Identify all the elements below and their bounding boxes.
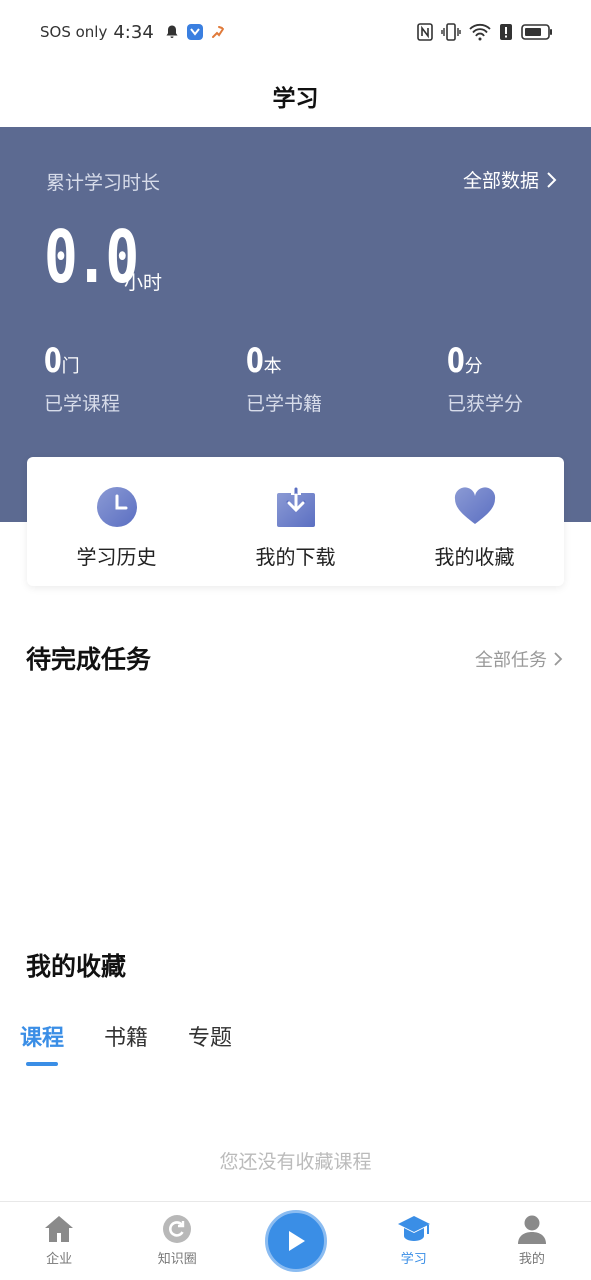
stat-books-value: 0 (246, 341, 264, 381)
user-icon (517, 1215, 546, 1244)
my-favorites-button[interactable]: 我的收藏 (385, 457, 564, 586)
play-button[interactable] (264, 1210, 327, 1272)
stat-books-caption: 已学书籍 (246, 393, 323, 415)
all-tasks-label: 全部任务 (475, 650, 547, 671)
tab-courses[interactable]: 课程 (20, 1020, 64, 1066)
page-title: 学习 (272, 85, 319, 112)
nav-item-play[interactable] (236, 1202, 354, 1280)
stat-courses-unit: 门 (61, 356, 80, 377)
runner-icon (211, 26, 224, 38)
nav-item-knowledge-circle[interactable]: 知识圈 (118, 1202, 236, 1280)
total-study-time-label: 累计学习时长 (46, 172, 161, 194)
all-data-label: 全部数据 (462, 170, 539, 192)
play-icon (288, 1231, 305, 1251)
stat-credits-caption: 已获学分 (447, 393, 524, 415)
quick-actions-card: 学习历史 我的下载 我的收藏 (27, 457, 564, 586)
favorites-tabs: 课程 书籍 专题 (20, 1020, 232, 1066)
nav-item-enterprise[interactable]: 企业 (0, 1202, 118, 1280)
all-tasks-link[interactable]: 全部任务 (475, 646, 563, 672)
bell-icon (166, 25, 178, 38)
tab-topics[interactable]: 专题 (188, 1020, 232, 1066)
nav-label-enterprise: 企业 (46, 1252, 73, 1267)
study-history-button[interactable]: 学习历史 (27, 457, 206, 586)
status-left: SOS only 4:34 (40, 22, 226, 43)
nav-item-mine[interactable]: 我的 (473, 1202, 591, 1280)
nav-label-study: 学习 (400, 1252, 427, 1267)
download-icon (276, 485, 315, 527)
study-history-label: 学习历史 (76, 545, 157, 569)
wifi-icon (469, 23, 491, 41)
tab-books[interactable]: 书籍 (104, 1020, 148, 1066)
app-notification-icon (186, 24, 203, 40)
all-data-link[interactable]: 全部数据 (463, 166, 557, 193)
stat-credits[interactable]: 0分 已获学分 (447, 341, 523, 416)
my-downloads-button[interactable]: 我的下载 (206, 457, 385, 586)
battery-icon (521, 24, 552, 40)
clock-icon (96, 487, 137, 527)
vibrate-icon (441, 23, 461, 41)
nav-label-mine: 我的 (518, 1252, 545, 1267)
refresh-circle-icon (163, 1215, 192, 1243)
heart-icon (454, 487, 495, 524)
nav-item-study[interactable]: 学习 (355, 1202, 473, 1280)
nav-label-knowledge-circle: 知识圈 (157, 1252, 197, 1267)
my-favorites-label: 我的收藏 (434, 545, 515, 569)
my-favorites-title: 我的收藏 (26, 952, 127, 981)
stat-courses[interactable]: 0门 已学课程 (44, 341, 120, 416)
clock-text: 4:34 (113, 21, 154, 43)
stat-books[interactable]: 0本 已学书籍 (246, 341, 322, 416)
pending-tasks-title: 待完成任务 (26, 645, 152, 674)
carrier-text: SOS only (40, 23, 108, 41)
stat-credits-value: 0 (447, 341, 465, 381)
home-icon (45, 1216, 74, 1242)
graduation-cap-icon (397, 1216, 430, 1241)
my-downloads-label: 我的下载 (255, 545, 336, 569)
study-hours-value: 0.0 (44, 215, 139, 299)
bottom-navigation: 企业 知识圈 学习 我的 (0, 1201, 591, 1280)
alert-icon (500, 24, 512, 40)
app-header: 学习 (0, 64, 591, 127)
stat-books-unit: 本 (263, 356, 282, 377)
chevron-right-icon (547, 171, 557, 188)
status-right (417, 23, 553, 41)
chevron-right-icon (554, 652, 563, 666)
stat-credits-unit: 分 (464, 356, 483, 377)
nfc-icon (417, 23, 433, 41)
empty-favorites-text: 您还没有收藏课程 (219, 1151, 372, 1173)
stat-courses-value: 0 (44, 341, 62, 381)
stat-courses-caption: 已学课程 (44, 393, 121, 415)
study-hours-unit: 小时 (124, 272, 163, 294)
status-bar: SOS only 4:34 (0, 0, 591, 64)
